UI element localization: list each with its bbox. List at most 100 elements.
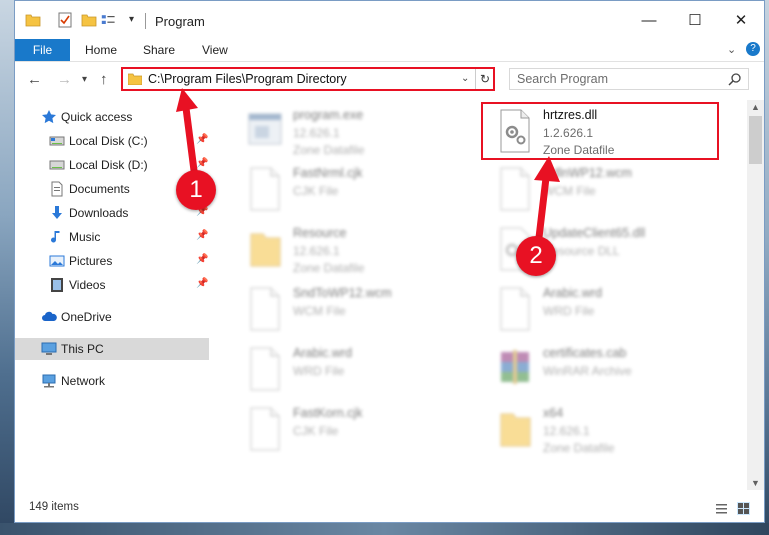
annotation-badge-1: 1: [176, 170, 216, 210]
generic-file-icon: [250, 407, 280, 451]
pin-icon[interactable]: 📌: [196, 278, 208, 289]
file-name: x64: [543, 406, 564, 420]
file-name: FastNrml.cjk: [293, 166, 363, 180]
navigation-bar: ← → ▾ ↑ C:\Program Files\Program Directo…: [15, 62, 764, 96]
search-box[interactable]: Search Program: [509, 68, 749, 90]
file-type: Zone Datafile: [543, 143, 615, 157]
minimize-button[interactable]: —: [626, 1, 672, 39]
file-type: WRD File: [543, 304, 595, 318]
file-tile-certificates-cab[interactable]: certificates.cab WinRAR Archive: [483, 342, 713, 398]
sidebar-item-label: Pictures: [69, 254, 113, 268]
sidebar-item-label: Videos: [69, 278, 106, 292]
generic-file-icon: [500, 287, 530, 331]
close-button[interactable]: ✕: [718, 1, 764, 39]
file-tile-fastkorn-cjk[interactable]: FastKorn.cjk CJK File: [233, 402, 463, 458]
file-tile-rdlnwp12-wcm[interactable]: RdlnWP12.wcm WCM File: [483, 162, 713, 218]
file-type: Zone Datafile: [543, 441, 615, 455]
sidebar-item-downloads[interactable]: Downloads 📌: [15, 202, 209, 224]
sidebar-item-label: Downloads: [69, 206, 129, 220]
file-tile-resource[interactable]: Resource 12.626.1 Zone Datafile: [233, 222, 463, 278]
pin-icon[interactable]: 📌: [196, 134, 208, 145]
sidebar-item-label: Network: [61, 374, 106, 388]
desktop-background-bottom: [0, 523, 769, 535]
file-type: WRD File: [293, 364, 345, 378]
sidebar-item-onedrive[interactable]: OneDrive: [15, 306, 209, 328]
annotation-badge-2: 2: [516, 236, 556, 276]
file-version: 1.2.626.1: [543, 126, 594, 140]
downloads-icon: [52, 206, 62, 219]
drive-icon: [49, 160, 65, 170]
sidebar-item-music[interactable]: Music 📌: [15, 226, 209, 248]
sidebar-item-network[interactable]: Network: [15, 370, 209, 392]
search-icon[interactable]: [728, 72, 742, 86]
file-tile-fastnrml-cjk[interactable]: FastNrml.cjk CJK File: [233, 162, 463, 218]
address-bar[interactable]: C:\Program Files\Program Directory ⌄ ↻: [121, 67, 495, 91]
file-tile-program-exe[interactable]: program.exe 12.626.1 Zone Datafile: [233, 104, 463, 160]
close-icon: ✕: [734, 12, 748, 29]
up-arrow-icon[interactable]: ↑: [100, 71, 108, 88]
item-count: 149 items: [29, 501, 79, 513]
ribbon-tabs: File Home Share View ⌄ ?: [15, 39, 764, 62]
file-tile-arabic-wrd[interactable]: Arabic.wrd WRD File: [233, 342, 463, 398]
details-view-icon[interactable]: [715, 502, 728, 515]
quick-access-dropdown-icon[interactable]: ▾: [129, 14, 134, 25]
tab-file[interactable]: File: [15, 39, 70, 61]
tab-home[interactable]: Home: [85, 39, 117, 61]
sidebar-item-pictures[interactable]: Pictures 📌: [15, 250, 209, 272]
help-icon[interactable]: ?: [746, 42, 760, 56]
large-icons-view-icon[interactable]: [737, 502, 750, 515]
file-name: SndToWP12.wcm: [293, 286, 392, 300]
title-bar: ▾ Program — ☐ ✕: [15, 1, 764, 39]
maximize-icon: ☐: [688, 12, 702, 29]
pin-icon[interactable]: 📌: [196, 254, 208, 265]
tab-view[interactable]: View: [202, 39, 228, 61]
customize-view-icon[interactable]: [101, 12, 117, 28]
file-name: Arabic.wrd: [293, 346, 353, 360]
computer-icon: [41, 342, 57, 355]
pin-icon[interactable]: 📌: [196, 158, 208, 169]
search-input[interactable]: Search Program: [517, 72, 608, 86]
recent-locations-chevron-icon[interactable]: ▾: [82, 74, 87, 85]
properties-check-icon[interactable]: [57, 12, 73, 28]
sidebar-item-quick-access[interactable]: Quick access: [15, 106, 209, 128]
address-path[interactable]: C:\Program Files\Program Directory: [148, 72, 347, 86]
sidebar-item-videos[interactable]: Videos 📌: [15, 274, 209, 296]
back-arrow-icon[interactable]: ←: [27, 71, 42, 88]
sidebar-item-label: Quick access: [61, 110, 133, 124]
minimize-icon: —: [641, 11, 657, 29]
scrollbar-thumb[interactable]: [749, 116, 762, 164]
pin-icon[interactable]: 📌: [196, 230, 208, 241]
file-type: WCM File: [543, 184, 596, 198]
folder-icon[interactable]: [25, 12, 41, 28]
drive-icon: [49, 136, 65, 146]
vertical-scrollbar[interactable]: ▲ ▼: [747, 100, 764, 490]
sidebar-item-local-disk-d[interactable]: Local Disk (D:) 📌: [15, 154, 209, 176]
address-dropdown-icon[interactable]: ⌄: [461, 73, 469, 84]
file-name: Arabic.wrd: [543, 286, 603, 300]
forward-arrow-icon[interactable]: →: [57, 71, 72, 88]
sidebar-item-local-disk-c[interactable]: Local Disk (C:) 📌: [15, 130, 209, 152]
new-folder-icon[interactable]: [81, 12, 97, 28]
sidebar-item-label: Local Disk (C:): [69, 134, 148, 148]
music-icon: [51, 231, 60, 243]
file-tile-sndtowp12-wcm[interactable]: SndToWP12.wcm WCM File: [233, 282, 463, 338]
refresh-icon[interactable]: ↻: [475, 69, 494, 89]
pictures-icon: [49, 255, 65, 267]
expand-ribbon-chevron-icon[interactable]: ⌄: [727, 43, 736, 56]
file-tile-arabic-wrd[interactable]: Arabic.wrd WRD File: [483, 282, 713, 338]
file-version: 12.626.1: [293, 244, 340, 258]
navigation-pane: Quick access Local Disk (C:) 📌 Local Dis…: [15, 100, 209, 490]
sidebar-item-this-pc[interactable]: This PC: [15, 338, 209, 360]
videos-icon: [51, 278, 63, 292]
file-version: 12.626.1: [543, 424, 590, 438]
maximize-button[interactable]: ☐: [672, 1, 718, 39]
file-version: 12.626.1: [293, 126, 340, 140]
tab-share[interactable]: Share: [143, 39, 175, 61]
scroll-up-arrow-icon[interactable]: ▲: [751, 102, 760, 112]
scroll-down-arrow-icon[interactable]: ▼: [751, 478, 760, 488]
file-type: Zone Datafile: [293, 261, 365, 275]
file-tile-hrtzres-dll[interactable]: hrtzres.dll 1.2.626.1 Zone Datafile: [481, 102, 719, 160]
file-tile-x64[interactable]: x64 12.626.1 Zone Datafile: [483, 402, 713, 458]
address-folder-icon: [128, 73, 142, 85]
generic-file-icon: [250, 287, 280, 331]
